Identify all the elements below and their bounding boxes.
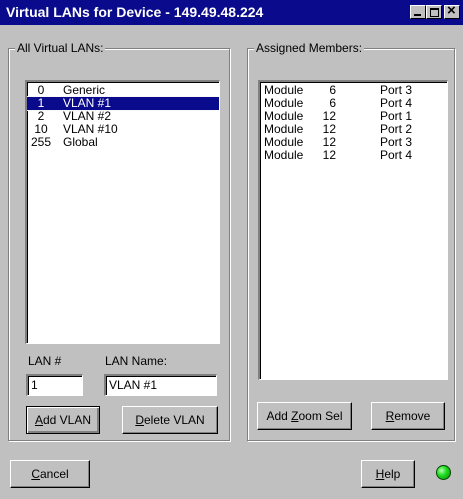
member-port: Port 4 [380,148,413,162]
lan-num-field[interactable]: 1 [26,374,83,396]
minimize-icon[interactable] [410,5,426,19]
help-button[interactable]: Help [361,460,415,488]
lan-num-label: LAN # [28,354,62,368]
add-zoom-pre: Add [266,409,292,423]
member-module-label: Module [264,148,304,162]
vlan-list-item[interactable]: 10 VLAN #10 [27,123,219,136]
vlan-list-item[interactable]: 2 VLAN #2 [27,110,219,123]
add-zoom-accel: Z [291,409,299,423]
vlan-list-item[interactable]: 1 VLAN #1 [27,96,219,111]
all-vlans-label: All Virtual LANs: [15,41,106,55]
add-vlan-post: dd VLAN [42,413,92,427]
remove-post: emove [394,409,431,423]
members-list[interactable]: Module 6 Port 3 Module 6 Port 4 Module 12 Port 1… [258,80,448,380]
window-title: Virtual LANs for Device - 149.49.48.224 [6,4,264,20]
add-vlan-button[interactable]: Add VLAN [26,406,100,434]
vlan-list-body: 0 Generic 1 VLAN #1 2 VLAN #2 10 VLAN #10 255 Glo… [27,84,219,149]
maximize-icon[interactable] [426,5,442,19]
vlan-list-item[interactable]: 0 Generic [27,84,219,97]
delete-vlan-accel: D [135,413,144,427]
add-vlan-accel: A [34,413,43,427]
add-zoom-post: oom Sel [298,409,343,423]
assigned-members-label: Assigned Members: [254,41,365,55]
status-led-icon [436,465,451,480]
vlan-name: Global [63,135,98,149]
remove-accel: R [385,409,395,423]
member-module-number: 12 [322,148,336,162]
delete-vlan-post: elete VLAN [143,413,205,427]
vlan-list[interactable]: 0 Generic 1 VLAN #1 2 VLAN #2 10 VLAN #10 255 Glo… [25,80,220,344]
help-post: elp [384,467,401,481]
lan-name-label: LAN Name: [105,354,168,368]
title-bar: Virtual LANs for Device - 149.49.48.224 [0,0,463,25]
member-list-item[interactable]: Module 12 Port 4 [260,149,447,162]
members-list-body: Module 6 Port 3 Module 6 Port 4 Module 12 Port 1… [260,84,447,162]
lan-name-field[interactable]: VLAN #1 [104,374,217,396]
close-icon[interactable] [444,2,460,19]
add-zoom-sel-button[interactable]: Add Zoom Sel [257,402,352,430]
vlan-list-item[interactable]: 255 Global [27,136,219,149]
remove-button[interactable]: Remove [371,402,445,430]
vlan-number: 255 [30,135,52,149]
cancel-button[interactable]: Cancel [10,460,90,488]
delete-vlan-button[interactable]: Delete VLAN [122,406,218,434]
cancel-accel: C [31,467,40,481]
cancel-post: ancel [39,467,69,481]
